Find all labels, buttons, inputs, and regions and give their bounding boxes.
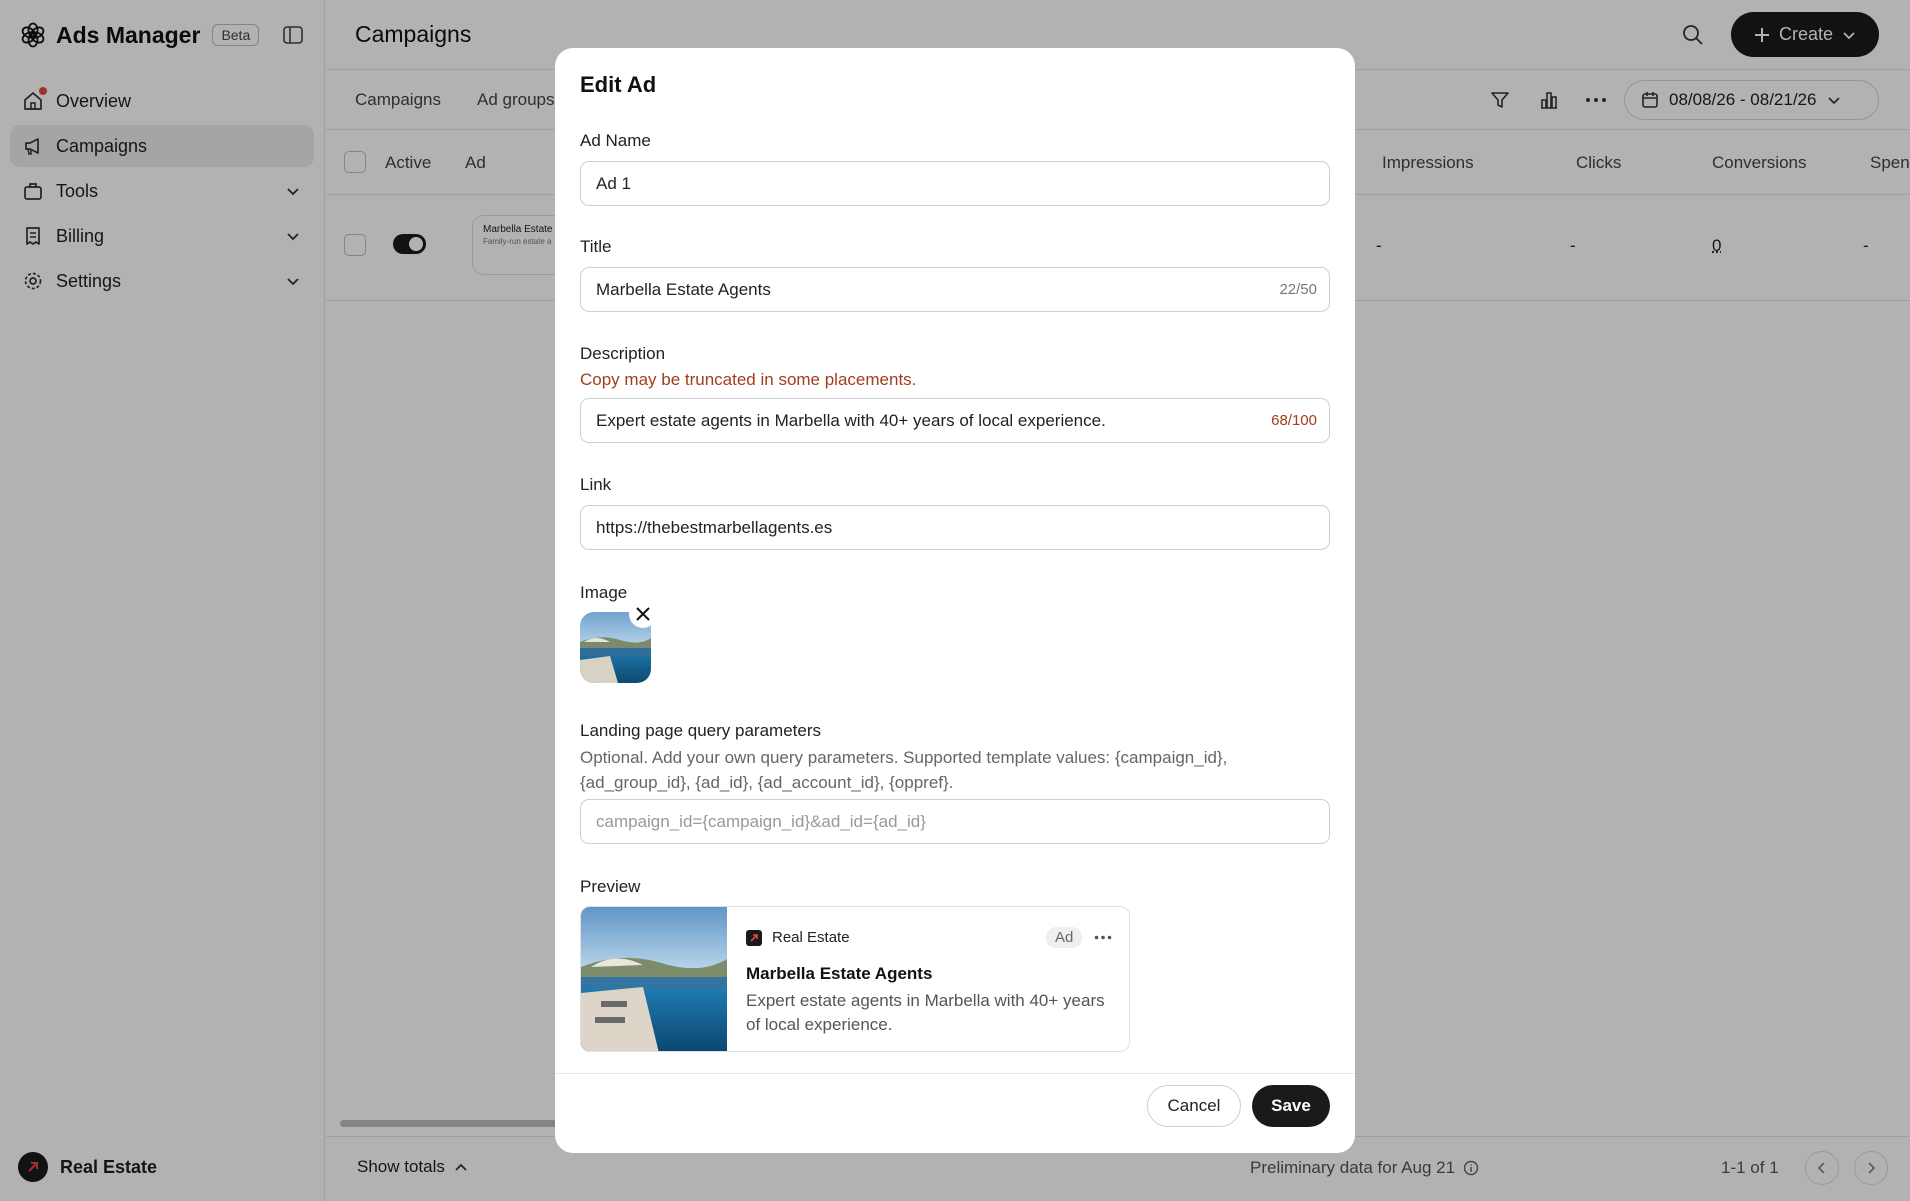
- ad-name-input[interactable]: Ad 1: [580, 161, 1330, 206]
- query-params-input[interactable]: campaign_id={campaign_id}&ad_id={ad_id}: [580, 799, 1330, 844]
- preview-image: [581, 907, 727, 1051]
- image-label: Image: [580, 583, 628, 602]
- description-value: Expert estate agents in Marbella with 40…: [596, 410, 1106, 430]
- ad-preview-card: Real Estate Ad Marbella Estate Agents Ex…: [580, 906, 1130, 1052]
- title-input[interactable]: Marbella Estate Agents 22/50: [580, 267, 1330, 312]
- brand-logo-icon: [746, 929, 762, 946]
- ad-name-label: Ad Name: [580, 131, 651, 150]
- title-value: Marbella Estate Agents: [596, 279, 771, 299]
- preview-ad-badge: Ad: [1046, 927, 1083, 948]
- query-params-label: Landing page query parameters: [580, 721, 821, 740]
- cancel-button[interactable]: Cancel: [1147, 1085, 1241, 1127]
- title-label: Title: [580, 237, 612, 256]
- query-params-help: Optional. Add your own query parameters.…: [580, 748, 1228, 792]
- link-value: https://thebestmarbellagents.es: [596, 517, 833, 537]
- more-icon: [1093, 927, 1113, 947]
- description-warning: Copy may be truncated in some placements…: [580, 370, 917, 389]
- preview-brand: Real Estate: [746, 929, 850, 946]
- save-button[interactable]: Save: [1252, 1085, 1330, 1127]
- description-label: Description: [580, 344, 666, 363]
- preview-title: Marbella Estate Agents: [746, 964, 933, 983]
- description-input[interactable]: Expert estate agents in Marbella with 40…: [580, 398, 1330, 443]
- preview-label: Preview: [580, 877, 641, 896]
- query-params-placeholder: campaign_id={campaign_id}&ad_id={ad_id}: [596, 811, 926, 831]
- dialog-title: Edit Ad: [580, 72, 657, 97]
- remove-image-button[interactable]: [629, 600, 657, 628]
- edit-ad-dialog: Edit Ad Ad Name Ad 1 Title Marbella Esta…: [555, 48, 1355, 1153]
- title-char-count: 22/50: [1279, 281, 1317, 298]
- dialog-footer: Cancel Save: [555, 1073, 1355, 1153]
- close-icon: [636, 607, 650, 621]
- link-input[interactable]: https://thebestmarbellagents.es: [580, 505, 1330, 550]
- ad-name-value: Ad 1: [596, 173, 631, 193]
- description-char-count: 68/100: [1271, 412, 1317, 429]
- preview-description: Expert estate agents in Marbella with 40…: [746, 991, 1105, 1034]
- link-label: Link: [580, 475, 612, 494]
- preview-brand-name: Real Estate: [772, 929, 850, 946]
